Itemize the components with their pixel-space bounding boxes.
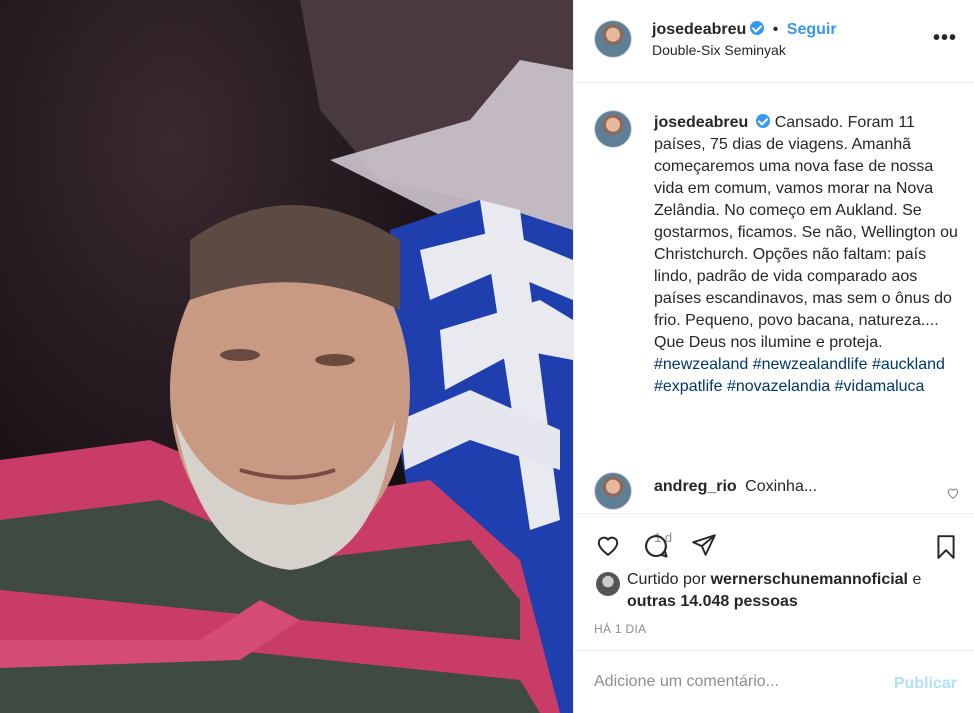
hashtag-link[interactable]: #newzealand [654,356,748,373]
caption-text: Cansado. Foram 11 países, 75 dias de via… [654,114,958,351]
liker-username[interactable]: wernerschunemannoficial [711,571,908,588]
likes-count[interactable]: outras 14.048 pessoas [627,593,798,611]
author-line: josedeabreu • Seguir [652,21,837,39]
hashtag-link[interactable]: #vidamaluca [835,378,925,395]
hashtag-link[interactable]: #auckland [872,356,945,373]
author-avatar[interactable] [594,20,632,58]
verified-badge-icon [750,21,765,35]
liker-avatar[interactable] [596,572,620,596]
post-image [0,0,573,713]
post-header: josedeabreu • Seguir Double-Six Seminyak… [574,0,974,83]
caption-author-username[interactable]: josedeabreu [654,114,748,131]
location-link[interactable]: Double-Six Seminyak [652,42,786,58]
more-options-icon[interactable]: ••• [933,28,957,48]
comment-text: Coxinha... [745,478,818,495]
separator-dot: • [772,21,779,38]
likes-prefix: Curtido por [627,571,707,588]
bookmark-icon[interactable] [933,532,959,562]
comment-icon[interactable] [642,532,670,560]
comment-item: andreg_rio Coxinha... [654,478,817,496]
post-date: HÁ 1 DIA [594,622,647,636]
small-heart-icon[interactable] [946,486,960,500]
caption-author-avatar[interactable] [594,110,632,148]
commenter-avatar[interactable] [594,472,632,510]
caption-text-block: josedeabreu Cansado. Foram 11 países, 75… [654,112,964,398]
paper-plane-icon[interactable] [690,532,718,558]
post-photo[interactable] [0,0,573,713]
follow-button[interactable]: Seguir [787,21,837,38]
likes-conjunction: e [912,571,922,588]
likes-summary: Curtido por wernerschunemannoficial e [627,571,921,589]
hashtag-link[interactable]: #newzealandlife [753,356,868,373]
verified-badge-icon [756,114,771,128]
post-details-panel: josedeabreu • Seguir Double-Six Seminyak… [573,0,974,713]
publish-button[interactable]: Publicar [894,675,957,693]
hashtag-link[interactable]: #novazelandia [727,378,830,395]
add-comment-bar: Publicar [574,650,974,713]
heart-icon[interactable] [594,532,622,558]
hashtag-link[interactable]: #expatlife [654,378,723,395]
comment-input[interactable] [594,671,874,693]
actions-section: Curtido por wernerschunemannoficial e ou… [574,513,974,650]
comment-author[interactable]: andreg_rio [654,478,737,495]
author-username[interactable]: josedeabreu [652,21,746,38]
